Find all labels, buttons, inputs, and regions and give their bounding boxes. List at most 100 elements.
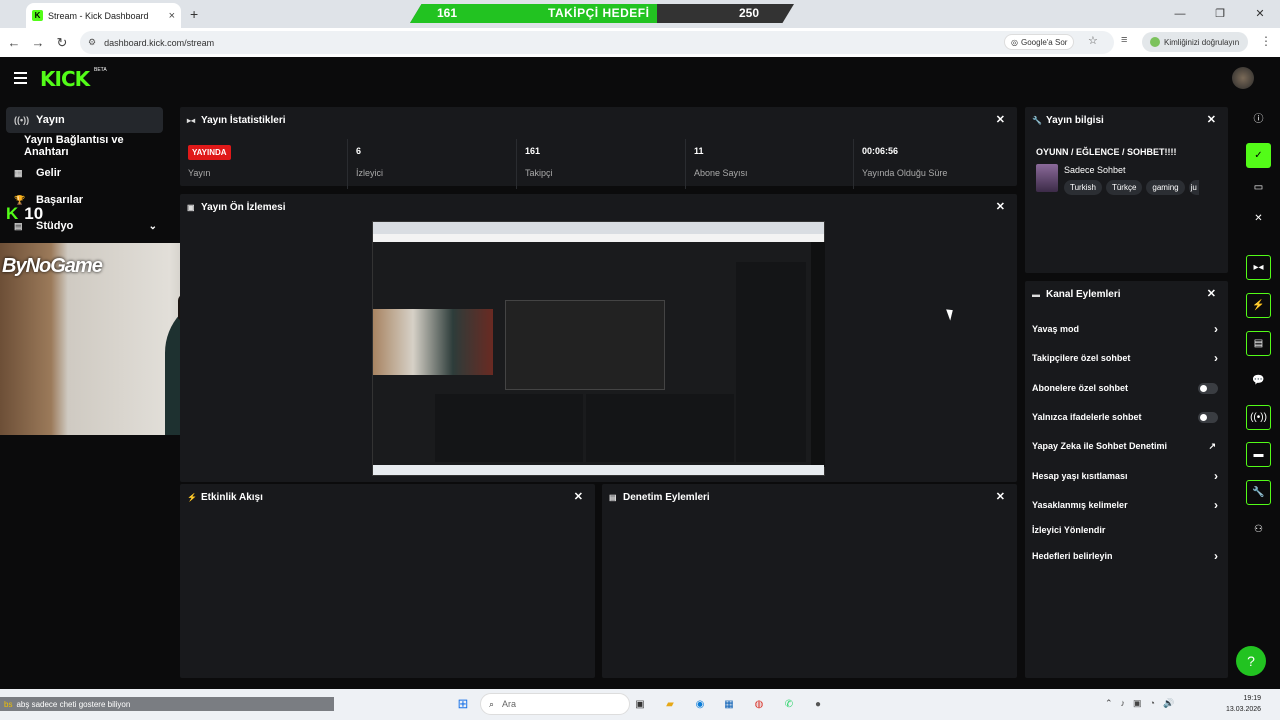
stats-icon: ▸◂ — [187, 115, 196, 125]
kick-logo[interactable]: KICK — [40, 67, 90, 91]
browser-toolbar: ← → ↻ ⚙ dashboard.kick.com/stream ◎ Goog… — [0, 28, 1280, 57]
lightning-icon: ⚡ — [187, 492, 197, 502]
store-icon[interactable]: ▦ — [721, 696, 737, 712]
sidebar-item-yayin[interactable]: ((•)) Yayın — [6, 107, 163, 133]
chat-notification: bs abş sadece cheti gostere biliyon — [0, 697, 334, 711]
moderation-panel-icon[interactable]: ▤ — [1246, 331, 1271, 356]
close-icon[interactable]: ✕ — [574, 490, 583, 503]
chevron-right-icon: › — [1214, 549, 1218, 563]
file-explorer-icon[interactable]: ▰ — [662, 696, 678, 712]
browser-menu-icon[interactable]: ⋮ — [1260, 34, 1272, 48]
stream-title: OYUNN / EĞLENCE / SOHBET!!!! — [1036, 147, 1177, 157]
action-followers-only[interactable]: Takipçilere özel sohbet › — [1032, 348, 1222, 368]
chrome-icon[interactable]: ◍ — [751, 696, 767, 712]
sidebar-item-gelir[interactable]: ▦ Gelir — [6, 160, 163, 186]
emotes-only-toggle[interactable] — [1198, 411, 1218, 423]
layout-icon[interactable]: ▭ — [1246, 175, 1271, 200]
tag[interactable]: gaming — [1146, 180, 1185, 195]
sidebar-item-label: Yayın — [36, 114, 65, 126]
stats-panel-icon[interactable]: ▸◂ — [1246, 255, 1271, 280]
user-avatar[interactable] — [1232, 67, 1254, 89]
close-tab-icon[interactable]: × — [169, 10, 175, 22]
reload-icon[interactable]: ↻ — [50, 35, 74, 51]
preview-webcam — [373, 309, 493, 375]
broadcast-icon: ((•)) — [14, 115, 30, 125]
action-raid[interactable]: İzleyici Yönlendir — [1032, 520, 1222, 540]
site-info-icon[interactable]: ⚙ — [88, 37, 96, 48]
activity-panel-icon[interactable]: ⚡ — [1246, 293, 1271, 318]
revenue-icon: ▦ — [14, 167, 23, 178]
help-icon[interactable]: ? — [1236, 646, 1266, 676]
clock[interactable]: 19:19 13.03.2026 — [1226, 693, 1261, 715]
browser-tab[interactable]: K Stream - Kick Dashboard × — [26, 3, 181, 28]
verify-identity-button[interactable]: Kimliğinizi doğrulayın — [1142, 32, 1248, 52]
bookmark-star-icon[interactable]: ☆ — [1088, 34, 1098, 47]
subscribers-only-toggle[interactable] — [1198, 382, 1218, 394]
action-ai-moderation[interactable]: Yapay Zeka ile Sohbet Denetimi ↗ — [1032, 436, 1222, 456]
edge-icon[interactable]: ◉ — [692, 696, 708, 712]
tag[interactable]: Türkçe — [1105, 180, 1143, 195]
tag[interactable]: Turkish — [1064, 180, 1102, 195]
close-icon[interactable]: ✕ — [996, 113, 1005, 126]
info-icon[interactable]: ⓘ — [1246, 105, 1271, 130]
action-account-age[interactable]: Hesap yaşı kısıtlaması › — [1032, 466, 1222, 486]
close-icon[interactable]: ✕ — [1207, 113, 1216, 126]
panel-title: Yayın bilgisi — [1046, 114, 1104, 126]
notification-text: abş sadece cheti gostere biliyon — [16, 699, 131, 709]
action-banned-words[interactable]: Yasaklanmış kelimeler › — [1032, 495, 1222, 515]
new-tab-button[interactable]: + — [190, 6, 198, 22]
kick-favicon-icon: K — [32, 10, 43, 21]
action-slow-mode[interactable]: Yavaş mod › — [1032, 319, 1222, 339]
close-window-button[interactable]: ✕ — [1240, 0, 1280, 28]
stream-preview-video[interactable] — [372, 221, 825, 476]
notification-user: bs — [4, 699, 13, 709]
windows-taskbar: bs abş sadece cheti gostere biliyon ⊞ ⌕ … — [0, 689, 1280, 720]
channel-actions-icon[interactable]: ▬ — [1246, 442, 1271, 467]
address-bar[interactable]: ⚙ dashboard.kick.com/stream — [80, 31, 1114, 54]
hamburger-menu-icon[interactable] — [14, 72, 27, 87]
profile-dot-icon — [1150, 37, 1160, 47]
stream-info-panel: 🔧 Yayın bilgisi ✕ OYUNN / EĞLENCE / SOHB… — [1025, 107, 1228, 273]
obs-icon[interactable]: ● — [810, 696, 826, 712]
tag-list: Turkish Türkçe gaming ju — [1064, 180, 1199, 195]
action-emotes-only: Yalnızca ifadelerle sohbet — [1032, 407, 1222, 427]
stat-takipci: 161 Takipçi — [525, 146, 553, 178]
chat-icon[interactable]: 💬 — [1246, 368, 1271, 393]
system-tray[interactable]: ⌃♪▣◔🔊 — [1105, 698, 1182, 709]
maximize-button[interactable]: ❐ — [1200, 0, 1240, 28]
panel-title: Denetim Eylemleri — [623, 491, 710, 503]
stat-sure: 00:06:56 Yayında Olduğu Süre — [862, 146, 948, 178]
sidebar-item-stream-key[interactable]: Yayın Bağlantısı ve Anahtarı — [6, 133, 163, 159]
moderation-actions-panel: ▤ Denetim Eylemleri ✕ — [602, 484, 1017, 678]
preview-icon: ▣ — [187, 202, 195, 212]
chevron-down-icon: ⌄ — [148, 220, 157, 232]
windows-start-icon[interactable]: ⊞ — [455, 696, 471, 712]
minimize-button[interactable]: — — [1160, 0, 1200, 28]
close-layout-icon[interactable]: ✕ — [1246, 206, 1271, 231]
task-view-icon[interactable]: ▣ — [632, 696, 648, 712]
taskbar-search[interactable]: ⌕ Ara — [480, 693, 630, 715]
forward-icon[interactable]: → — [26, 35, 50, 50]
close-icon[interactable]: ✕ — [1207, 287, 1216, 300]
close-icon[interactable]: ✕ — [996, 200, 1005, 213]
category-name[interactable]: Sadece Sohbet — [1064, 165, 1126, 175]
google-sor-button[interactable]: ◎ Google'a Sor — [1004, 34, 1075, 50]
reading-list-icon[interactable]: ≡ — [1121, 34, 1127, 46]
preview-recursive-screen — [505, 300, 665, 390]
broadcast-panel-icon[interactable]: ((•)) — [1246, 405, 1271, 430]
tag[interactable]: ju — [1188, 180, 1199, 195]
whatsapp-icon[interactable]: ✆ — [781, 696, 797, 712]
check-icon[interactable]: ✓ — [1246, 143, 1271, 168]
stream-info-icon[interactable]: 🔧 — [1246, 480, 1271, 505]
close-icon[interactable]: ✕ — [996, 490, 1005, 503]
panel-title: Yayın İstatistikleri — [201, 114, 286, 126]
chevron-right-icon: › — [1214, 322, 1218, 336]
wrench-icon: 🔧 — [1032, 115, 1042, 125]
beta-label: BETA — [94, 67, 107, 73]
users-icon[interactable]: ⚇ — [1246, 517, 1271, 542]
url-text: dashboard.kick.com/stream — [104, 37, 215, 48]
stat-izleyici: 6 İzleyici — [356, 146, 384, 178]
stat-abone: 11 Abone Sayısı — [694, 146, 748, 178]
back-icon[interactable]: ← — [2, 35, 26, 50]
action-set-goals[interactable]: Hedefleri belirleyin › — [1032, 546, 1222, 566]
